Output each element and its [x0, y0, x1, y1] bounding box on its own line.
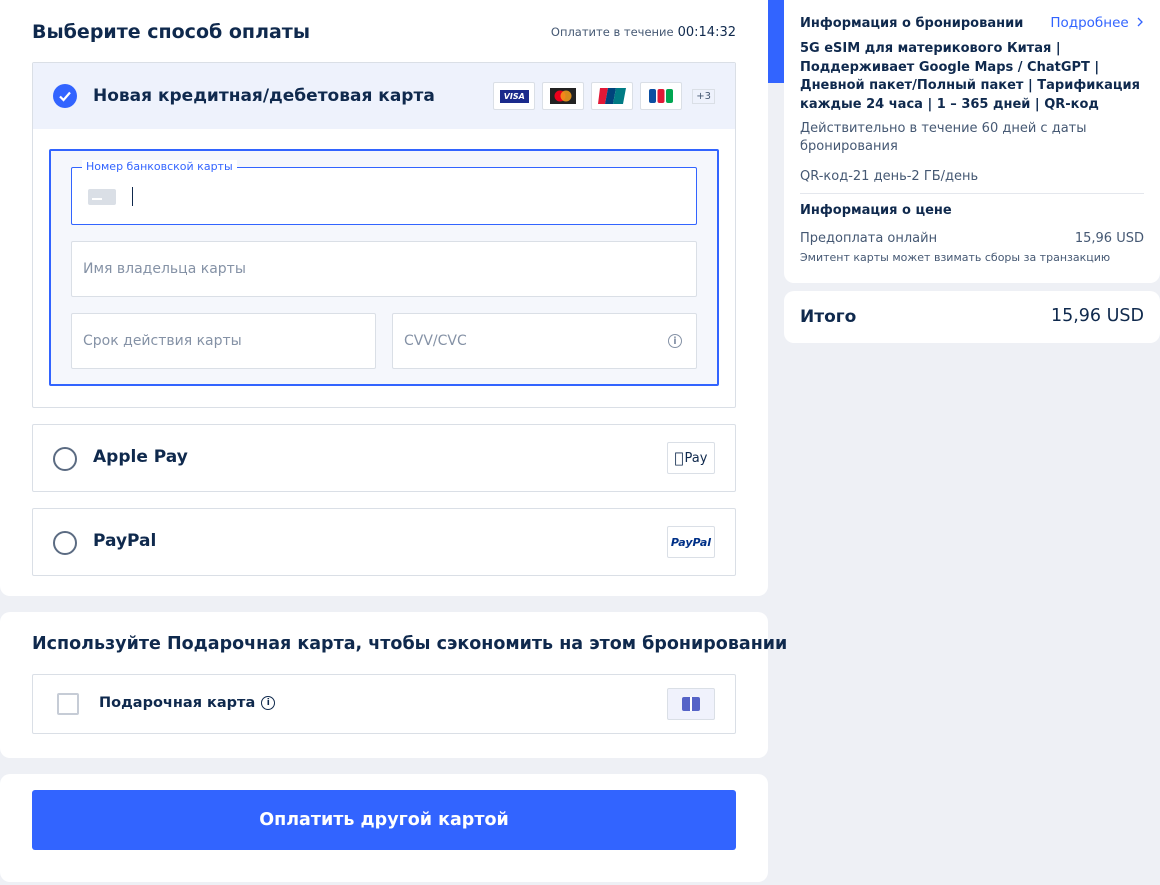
gift-card-title: Используйте Подарочная карта, чтобы сэко…	[32, 634, 788, 654]
paypal-logo-icon: PayPal	[667, 526, 715, 558]
gift-card-info-icon[interactable]: i	[261, 696, 276, 710]
visa-icon: VISA	[493, 82, 536, 110]
card-payment-option[interactable]: Новая кредитная/дебетовая карта VISA +3 …	[32, 62, 736, 408]
validity-text: Действительно в течение 60 дней с даты б…	[800, 121, 1087, 154]
paypal-option[interactable]: PayPal PayPal	[32, 508, 736, 576]
details-link[interactable]: Подробнее	[1050, 15, 1144, 31]
selected-check-icon[interactable]	[53, 84, 77, 108]
booking-info-title: Информация о бронировании	[800, 16, 1024, 31]
fee-note: Эмитент карты может взимать сборы за тра…	[800, 251, 1111, 264]
total-panel: Итого 15,96 USD	[784, 291, 1160, 343]
credit-card-icon	[88, 189, 116, 205]
more-brands-badge[interactable]: +3	[692, 88, 715, 104]
jcb-icon	[640, 82, 683, 110]
apple-pay-option[interactable]: Apple Pay Pay	[32, 424, 736, 492]
product-name: 5G eSIM для материкового Китая | Поддерж…	[800, 41, 1141, 112]
payment-timer: Оплатите в течение 00:14:32	[551, 25, 736, 40]
gift-card-label: Подарочная карта	[99, 695, 256, 711]
total-value: 15,96 USD	[1050, 306, 1144, 326]
booking-summary-panel: Информация о бронировании Подробнее 5G e…	[784, 0, 1160, 283]
paypal-label: PayPal	[93, 531, 157, 551]
card-number-input[interactable]: Номер банковской карты	[71, 160, 697, 225]
mastercard-icon	[542, 82, 585, 110]
price-info-title: Информация о цене	[800, 203, 952, 218]
gift-card-label-row: Подарочная карта i	[99, 695, 276, 711]
card-holder-input[interactable]: Имя владельца карты	[71, 241, 697, 297]
apple-pay-radio[interactable]	[53, 447, 77, 471]
prepay-label: Предоплата онлайн	[800, 231, 938, 246]
divider	[800, 193, 1144, 194]
gift-card-icon	[667, 688, 715, 720]
card-brands: VISA +3	[493, 82, 715, 110]
unionpay-icon	[591, 82, 634, 110]
accent-strip	[768, 0, 784, 83]
apple-pay-label: Apple Pay	[93, 447, 188, 467]
card-option-label: Новая кредитная/дебетовая карта	[93, 86, 435, 106]
cvv-info-icon[interactable]: i	[668, 334, 682, 348]
card-form: Номер банковской карты Имя владельца кар…	[49, 149, 719, 386]
card-expiry-input[interactable]: Срок действия карты	[71, 313, 376, 369]
pay-button[interactable]: Оплатить другой картой	[32, 790, 736, 850]
timer-label: Оплатите в течение	[550, 25, 674, 39]
gift-card-checkbox[interactable]	[57, 693, 79, 715]
chevron-right-icon	[1137, 17, 1143, 27]
paypal-radio[interactable]	[53, 531, 77, 555]
card-holder-placeholder: Имя владельца карты	[83, 261, 246, 277]
total-label: Итого	[800, 307, 857, 327]
apple-pay-logo-icon: Pay	[667, 442, 715, 474]
prepay-value: 15,96 USD	[1074, 231, 1144, 246]
card-number-label: Номер банковской карты	[82, 160, 237, 173]
timer-value: 00:14:32	[677, 25, 736, 40]
payment-title: Выберите способ оплаты	[32, 21, 310, 43]
cvv-placeholder: CVV/CVC	[404, 333, 467, 349]
cvv-input[interactable]: CVV/CVC i	[392, 313, 697, 369]
gift-card-option[interactable]: Подарочная карта i	[32, 674, 736, 734]
package-variant: QR-код-21 день-2 ГБ/день	[800, 169, 979, 184]
card-expiry-placeholder: Срок действия карты	[83, 333, 242, 349]
text-cursor	[132, 187, 133, 206]
